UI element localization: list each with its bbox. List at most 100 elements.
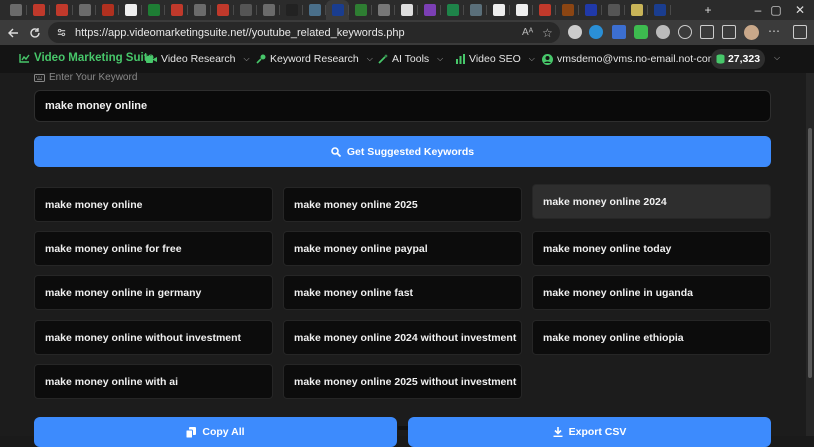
read-aloud-icon[interactable]: Aᴬ <box>522 27 533 38</box>
suggested-keyword-card[interactable]: make money online 2024 without investmen… <box>283 320 522 355</box>
menu-keyword-research[interactable]: Keyword Research ⌵ <box>256 53 373 65</box>
browser-tab[interactable] <box>441 0 464 20</box>
menu-video-research[interactable]: Video Research ⌵ <box>146 53 250 65</box>
browser-tab[interactable] <box>395 0 418 20</box>
menu-ai-tools[interactable]: AI Tools ⌵ <box>378 53 443 65</box>
white-app-icon <box>124 4 137 16</box>
suggested-keyword-card[interactable]: make money online fast <box>283 275 522 310</box>
vms-icon <box>653 4 666 16</box>
brown-app-icon <box>561 4 574 16</box>
suggested-keyword-card[interactable]: make money online today <box>532 231 771 266</box>
suggested-keyword-card[interactable]: make money online 2024 <box>532 184 771 219</box>
menu-label: Video SEO <box>469 53 521 65</box>
browser-tab[interactable] <box>142 0 165 20</box>
browser-tab[interactable] <box>27 0 50 20</box>
browser-tab[interactable] <box>648 0 671 20</box>
navbar-toggle[interactable]: ⌵ <box>770 53 780 63</box>
note-icon <box>377 4 390 16</box>
browser-tab[interactable] <box>211 0 234 20</box>
reload-button[interactable] <box>24 22 46 44</box>
suggested-keyword-card[interactable]: make money online for free <box>34 231 273 266</box>
browser-tab[interactable] <box>418 0 441 20</box>
extensions-puzzle-icon[interactable] <box>700 25 714 39</box>
page-scrollbar[interactable] <box>806 73 814 436</box>
browser-tab[interactable] <box>533 0 556 20</box>
video-camera-icon <box>146 55 157 63</box>
back-button[interactable] <box>2 22 24 44</box>
suggested-keyword-card[interactable]: make money online with ai <box>34 364 273 399</box>
browser-tab[interactable] <box>96 0 119 20</box>
browser-tab[interactable] <box>487 0 510 20</box>
browser-tab[interactable] <box>188 0 211 20</box>
menu-label: Keyword Research <box>270 53 359 65</box>
suggested-keyword-card[interactable]: make money online paypal <box>283 231 522 266</box>
keyword-input[interactable]: make money online <box>34 90 771 122</box>
browser-tab[interactable] <box>625 0 648 20</box>
credits-count: 27,323 <box>727 53 761 65</box>
favorite-star-icon[interactable]: ☆ <box>542 26 553 40</box>
flag-icon <box>584 4 597 16</box>
browser-tab[interactable] <box>165 0 188 20</box>
browser-tab[interactable] <box>326 0 349 20</box>
site-info-icon[interactable] <box>56 27 67 38</box>
suggested-keyword-card[interactable]: make money online 2025 <box>283 187 522 222</box>
extension-icon[interactable] <box>589 25 603 39</box>
browser-tab[interactable] <box>602 0 625 20</box>
url-text: https://app.videomarketingsuite.net//you… <box>75 26 405 39</box>
extension-icon[interactable] <box>634 25 648 39</box>
suggested-keyword-card[interactable]: make money online without investment <box>34 320 273 355</box>
export-csv-button[interactable]: Export CSV <box>408 417 771 447</box>
browser-tab[interactable] <box>303 0 326 20</box>
extension-icon[interactable] <box>656 25 670 39</box>
tab-separator <box>670 5 671 15</box>
browser-tab[interactable] <box>73 0 96 20</box>
link-icon <box>55 4 68 16</box>
menu-video-seo[interactable]: Video SEO ⌵ <box>456 53 535 65</box>
copy-all-button[interactable]: Copy All <box>34 417 397 447</box>
browser-tab[interactable] <box>280 0 303 20</box>
browser-tab[interactable] <box>579 0 602 20</box>
browser-tab[interactable] <box>372 0 395 20</box>
profile-avatar[interactable] <box>744 25 759 40</box>
browser-tab[interactable] <box>4 0 27 20</box>
new-tab-button[interactable]: + <box>690 0 726 20</box>
close-window-button[interactable]: ✕ <box>782 0 814 20</box>
sidebar-toggle-icon[interactable] <box>793 25 807 39</box>
red-target-icon <box>170 4 183 16</box>
suggested-keyword-card[interactable]: make money online <box>34 187 273 222</box>
leaf-icon <box>147 4 160 16</box>
suggested-keyword-card[interactable]: make money online ethiopia <box>532 320 771 355</box>
suggested-keyword-card[interactable]: make money online in uganda <box>532 275 771 310</box>
extension-icon[interactable] <box>568 25 582 39</box>
favorites-icon[interactable] <box>722 25 736 39</box>
address-bar[interactable]: https://app.videomarketingsuite.net//you… <box>48 22 560 43</box>
browser-tab[interactable] <box>50 0 73 20</box>
chevron-down-icon: ⌵ <box>437 54 444 63</box>
browser-tab[interactable] <box>119 0 142 20</box>
dark-app-icon <box>285 4 298 16</box>
browser-tab[interactable] <box>234 0 257 20</box>
back-arrow-icon <box>8 28 18 37</box>
refresh-extension-icon[interactable] <box>678 25 692 39</box>
keyword-label: Enter Your Keyword <box>34 72 137 83</box>
list-icon <box>423 4 436 16</box>
browser-tab[interactable] <box>556 0 579 20</box>
brand-link[interactable]: Video Marketing Suite <box>19 52 154 64</box>
scrollbar-thumb[interactable] <box>808 128 812 378</box>
browser-tab[interactable] <box>349 0 372 20</box>
user-account-menu[interactable]: vmsdemo@vms.no-email.not-com <box>542 53 716 65</box>
get-suggested-keywords-button[interactable]: Get Suggested Keywords <box>34 136 771 167</box>
key-icon <box>256 54 266 64</box>
link-icon <box>32 4 45 16</box>
red-app-icon <box>538 4 551 16</box>
red-app-icon <box>101 4 114 16</box>
globe-icon <box>9 4 22 16</box>
browser-tab[interactable] <box>464 0 487 20</box>
link-icon <box>216 4 229 16</box>
suggested-keyword-card[interactable]: make money online in germany <box>34 275 273 310</box>
extension-icon[interactable] <box>612 25 626 39</box>
suggested-keyword-card[interactable]: make money online 2025 without investmen… <box>283 364 522 399</box>
browser-tab[interactable] <box>510 0 533 20</box>
more-options-icon[interactable]: ⋯ <box>768 24 780 38</box>
browser-tab[interactable] <box>257 0 280 20</box>
